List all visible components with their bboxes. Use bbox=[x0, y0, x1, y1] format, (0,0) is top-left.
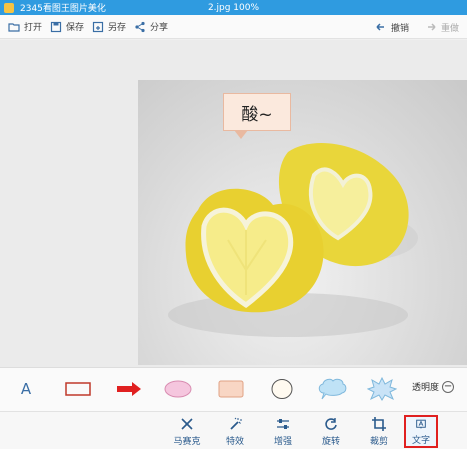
arrow-shape-button[interactable] bbox=[114, 378, 144, 400]
rounded-rect-shape-button[interactable] bbox=[216, 378, 246, 400]
redo-label: 重做 bbox=[440, 23, 459, 34]
mosaic-label: 马赛克 bbox=[173, 437, 201, 447]
share-icon bbox=[135, 21, 145, 32]
share-label: 分享 bbox=[150, 23, 169, 33]
ellipse-shape-button[interactable] bbox=[163, 378, 193, 400]
speech-bubble-annotation[interactable]: 酸~ bbox=[223, 93, 291, 139]
app-logo-icon bbox=[4, 2, 14, 13]
cloud-bubble-shape-button[interactable] bbox=[316, 378, 348, 400]
edit-tool-strip: 马赛克 特效 增强 旋转 裁剪 文字 bbox=[0, 411, 467, 449]
text-style-button[interactable]: A bbox=[16, 378, 36, 400]
rotate-label: 旋转 bbox=[321, 437, 340, 447]
crop-tool-button[interactable]: 裁剪 bbox=[362, 415, 396, 448]
lemon-photo[interactable] bbox=[138, 80, 467, 365]
canvas-area[interactable]: 酸~ bbox=[0, 40, 467, 367]
text-tool-button[interactable]: 文字 bbox=[404, 415, 438, 448]
folder-icon bbox=[8, 22, 20, 32]
title-bar: 2345看图王图片美化 2.jpg 100% bbox=[0, 0, 467, 15]
ellipse-icon bbox=[164, 380, 192, 398]
undo-icon bbox=[376, 23, 384, 31]
rounded-rect-icon bbox=[218, 380, 244, 398]
rectangle-icon bbox=[65, 382, 91, 396]
circle-shape-button[interactable] bbox=[267, 378, 297, 400]
open-button[interactable]: 打开 bbox=[8, 20, 42, 33]
mosaic-tool-button[interactable]: 马赛克 bbox=[170, 415, 204, 448]
text-label: 文字 bbox=[411, 436, 430, 446]
crop-icon bbox=[372, 417, 386, 431]
shape-toolbar: A 透明度 − bbox=[0, 367, 467, 411]
rectangle-shape-button[interactable] bbox=[63, 378, 93, 400]
open-label: 打开 bbox=[24, 23, 43, 33]
sliders-icon bbox=[277, 419, 289, 429]
burst-shape-button[interactable] bbox=[366, 377, 398, 401]
undo-label: 撤销 bbox=[390, 23, 409, 34]
rotate-icon bbox=[325, 418, 337, 430]
redo-icon bbox=[427, 23, 436, 31]
burst-icon bbox=[367, 377, 397, 401]
redo-button[interactable]: 重做 bbox=[425, 21, 459, 34]
effects-tool-button[interactable]: 特效 bbox=[218, 415, 252, 448]
app-title: 2345看图王图片美化 bbox=[20, 4, 106, 14]
arrow-icon bbox=[117, 382, 141, 396]
save-button[interactable]: 保存 bbox=[50, 20, 84, 33]
save-as-label: 另存 bbox=[108, 23, 127, 33]
opacity-label: 透明度 bbox=[412, 383, 440, 393]
magic-wand-icon bbox=[230, 417, 242, 430]
effects-label: 特效 bbox=[225, 437, 244, 447]
text-box-icon bbox=[416, 419, 426, 429]
save-icon bbox=[50, 21, 62, 32]
lemon-illustration bbox=[168, 143, 418, 337]
enhance-tool-button[interactable]: 增强 bbox=[266, 415, 300, 448]
top-toolbar: 打开 保存 另存 分享 撤销 重做 bbox=[0, 15, 467, 39]
save-label: 保存 bbox=[66, 23, 85, 33]
circle-icon bbox=[271, 379, 293, 399]
speech-bubble-text: 酸~ bbox=[241, 104, 273, 125]
cloud-bubble-icon bbox=[318, 378, 347, 400]
share-button[interactable]: 分享 bbox=[134, 20, 168, 33]
mosaic-icon bbox=[181, 418, 193, 430]
crop-label: 裁剪 bbox=[369, 437, 388, 447]
save-as-button[interactable]: 另存 bbox=[92, 20, 126, 33]
undo-button[interactable]: 撤销 bbox=[375, 21, 409, 34]
opacity-decrease-button[interactable]: − bbox=[442, 380, 455, 393]
opacity-control: 透明度 − bbox=[412, 380, 455, 393]
text-style-label: A bbox=[20, 380, 32, 398]
save-as-icon bbox=[92, 21, 104, 32]
enhance-label: 增强 bbox=[273, 437, 292, 447]
rotate-tool-button[interactable]: 旋转 bbox=[314, 415, 348, 448]
